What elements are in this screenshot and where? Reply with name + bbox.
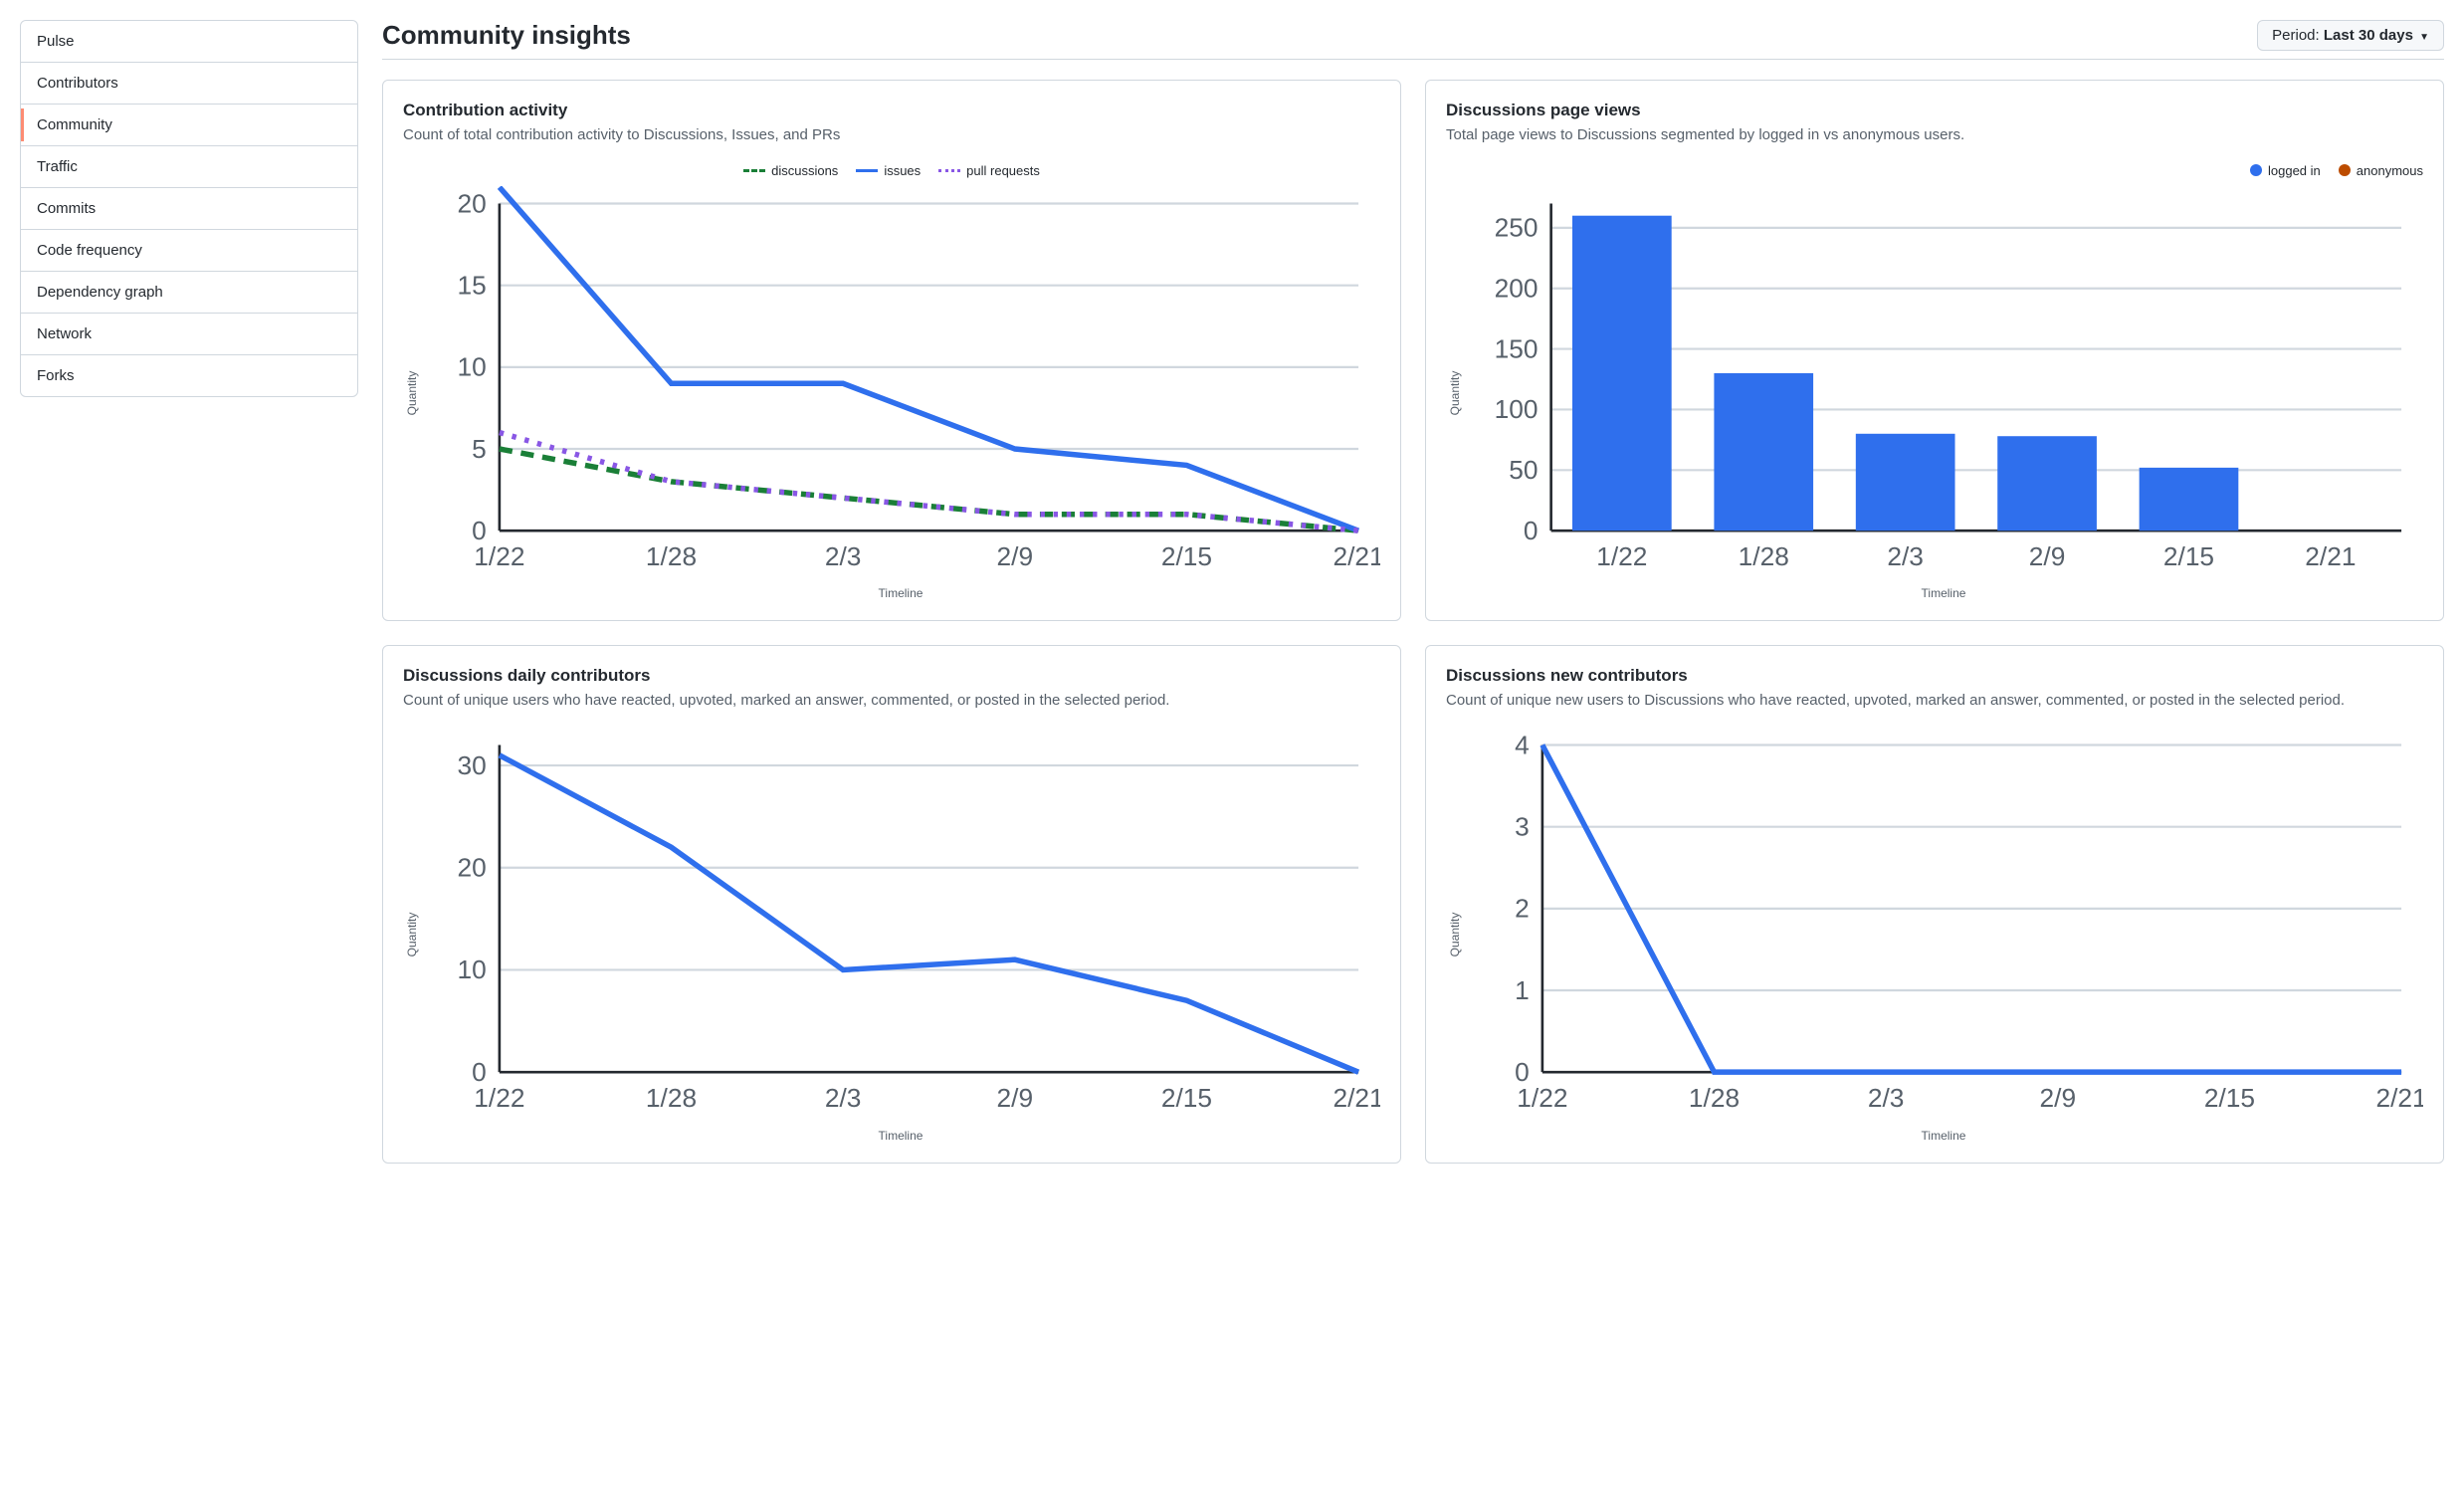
legend: logged in anonymous — [1446, 163, 2423, 178]
card-new-contributors: Discussions new contributors Count of un… — [1425, 645, 2444, 1164]
x-axis-label: Timeline — [1464, 586, 2423, 600]
svg-text:2/15: 2/15 — [2163, 541, 2214, 571]
legend-anonymous: anonymous — [2339, 163, 2423, 178]
x-axis-label: Timeline — [421, 586, 1380, 600]
svg-text:2/15: 2/15 — [1161, 541, 1212, 571]
svg-text:2/3: 2/3 — [1887, 541, 1924, 571]
svg-text:2/15: 2/15 — [2204, 1084, 2255, 1114]
svg-text:5: 5 — [472, 433, 487, 463]
svg-text:2/15: 2/15 — [1161, 1084, 1212, 1114]
legend-logged-in: logged in — [2250, 163, 2321, 178]
chart-new-contributors: 012341/221/282/32/92/152/21 — [1464, 728, 2423, 1120]
legend-discussions: discussions — [743, 163, 838, 178]
card-contribution-activity: Contribution activity Count of total con… — [382, 80, 1401, 621]
svg-text:2/9: 2/9 — [997, 541, 1034, 571]
period-dropdown[interactable]: Period: Last 30 days ▼ — [2257, 20, 2444, 51]
svg-text:2/3: 2/3 — [825, 541, 862, 571]
sidebar-item-traffic[interactable]: Traffic — [21, 146, 357, 188]
chart-contribution-activity: 051015201/221/282/32/92/152/21 — [421, 186, 1380, 578]
svg-text:1/28: 1/28 — [646, 1084, 697, 1114]
svg-text:1/28: 1/28 — [646, 541, 697, 571]
legend: discussions issues pull requests — [403, 163, 1380, 178]
svg-text:2/9: 2/9 — [997, 1084, 1034, 1114]
y-axis-label: Quantity — [403, 186, 421, 600]
card-title: Discussions daily contributors — [403, 666, 1380, 686]
svg-text:1/22: 1/22 — [474, 1084, 524, 1114]
period-label: Period: — [2272, 27, 2324, 44]
svg-text:1: 1 — [1515, 975, 1530, 1005]
card-title: Discussions new contributors — [1446, 666, 2423, 686]
svg-text:2: 2 — [1515, 894, 1530, 924]
svg-text:50: 50 — [1509, 455, 1538, 485]
svg-text:100: 100 — [1495, 394, 1539, 424]
y-axis-label: Quantity — [1446, 186, 1464, 600]
page-title: Community insights — [382, 20, 631, 51]
svg-text:2/9: 2/9 — [2029, 541, 2066, 571]
svg-text:20: 20 — [457, 853, 486, 883]
y-axis-label: Quantity — [403, 728, 421, 1142]
svg-text:1/22: 1/22 — [1596, 541, 1647, 571]
chart-daily-contributors: 01020301/221/282/32/92/152/21 — [421, 728, 1380, 1120]
svg-text:4: 4 — [1515, 731, 1530, 760]
card-desc: Total page views to Discussions segmente… — [1446, 124, 2423, 147]
svg-text:30: 30 — [457, 750, 486, 780]
svg-text:3: 3 — [1515, 812, 1530, 842]
main-content: Community insights Period: Last 30 days … — [382, 20, 2444, 1164]
svg-text:1/22: 1/22 — [1517, 1084, 1567, 1114]
sidebar-item-dependency-graph[interactable]: Dependency graph — [21, 272, 357, 314]
card-title: Contribution activity — [403, 101, 1380, 120]
x-axis-label: Timeline — [421, 1129, 1380, 1143]
sidebar-item-contributors[interactable]: Contributors — [21, 63, 357, 105]
sidebar-item-pulse[interactable]: Pulse — [21, 21, 357, 63]
card-desc: Count of unique users who have reacted, … — [403, 690, 1380, 713]
svg-text:2/3: 2/3 — [1868, 1084, 1905, 1114]
sidebar-item-commits[interactable]: Commits — [21, 188, 357, 230]
sidebar-item-forks[interactable]: Forks — [21, 355, 357, 396]
svg-text:1/28: 1/28 — [1739, 541, 1789, 571]
sidebar-item-code-frequency[interactable]: Code frequency — [21, 230, 357, 272]
svg-text:10: 10 — [457, 956, 486, 985]
card-daily-contributors: Discussions daily contributors Count of … — [382, 645, 1401, 1164]
sidebar-item-network[interactable]: Network — [21, 314, 357, 355]
svg-text:1/28: 1/28 — [1689, 1084, 1740, 1114]
header-row: Community insights Period: Last 30 days … — [382, 20, 2444, 60]
svg-text:2/3: 2/3 — [825, 1084, 862, 1114]
svg-text:2/21: 2/21 — [1334, 1084, 1380, 1114]
svg-text:0: 0 — [1524, 515, 1539, 544]
svg-text:150: 150 — [1495, 333, 1539, 363]
chart-page-views: 0 50 100 150 200 250 1/22 1/28 2/3 2/9 2/15 2/21 — [1464, 186, 2423, 578]
svg-text:1/22: 1/22 — [474, 541, 524, 571]
chevron-down-icon: ▼ — [2419, 32, 2429, 43]
sidebar-item-community[interactable]: Community — [21, 105, 357, 146]
svg-text:2/9: 2/9 — [2040, 1084, 2077, 1114]
svg-text:15: 15 — [457, 270, 486, 300]
svg-text:250: 250 — [1495, 212, 1539, 242]
card-page-views: Discussions page views Total page views … — [1425, 80, 2444, 621]
x-axis-label: Timeline — [1464, 1129, 2423, 1143]
card-desc: Count of total contribution activity to … — [403, 124, 1380, 147]
svg-text:10: 10 — [457, 351, 486, 381]
card-title: Discussions page views — [1446, 101, 2423, 120]
svg-text:2/21: 2/21 — [2376, 1084, 2423, 1114]
insights-sidebar: PulseContributorsCommunityTrafficCommits… — [20, 20, 358, 397]
charts-grid: Contribution activity Count of total con… — [382, 80, 2444, 1164]
svg-text:200: 200 — [1495, 273, 1539, 303]
period-value: Last 30 days — [2324, 27, 2413, 44]
legend-issues: issues — [856, 163, 921, 178]
y-axis-label: Quantity — [1446, 728, 1464, 1142]
svg-text:20: 20 — [457, 188, 486, 218]
svg-text:2/21: 2/21 — [2305, 541, 2356, 571]
legend-pull-requests: pull requests — [938, 163, 1040, 178]
card-desc: Count of unique new users to Discussions… — [1446, 690, 2423, 713]
svg-text:2/21: 2/21 — [1334, 541, 1380, 571]
